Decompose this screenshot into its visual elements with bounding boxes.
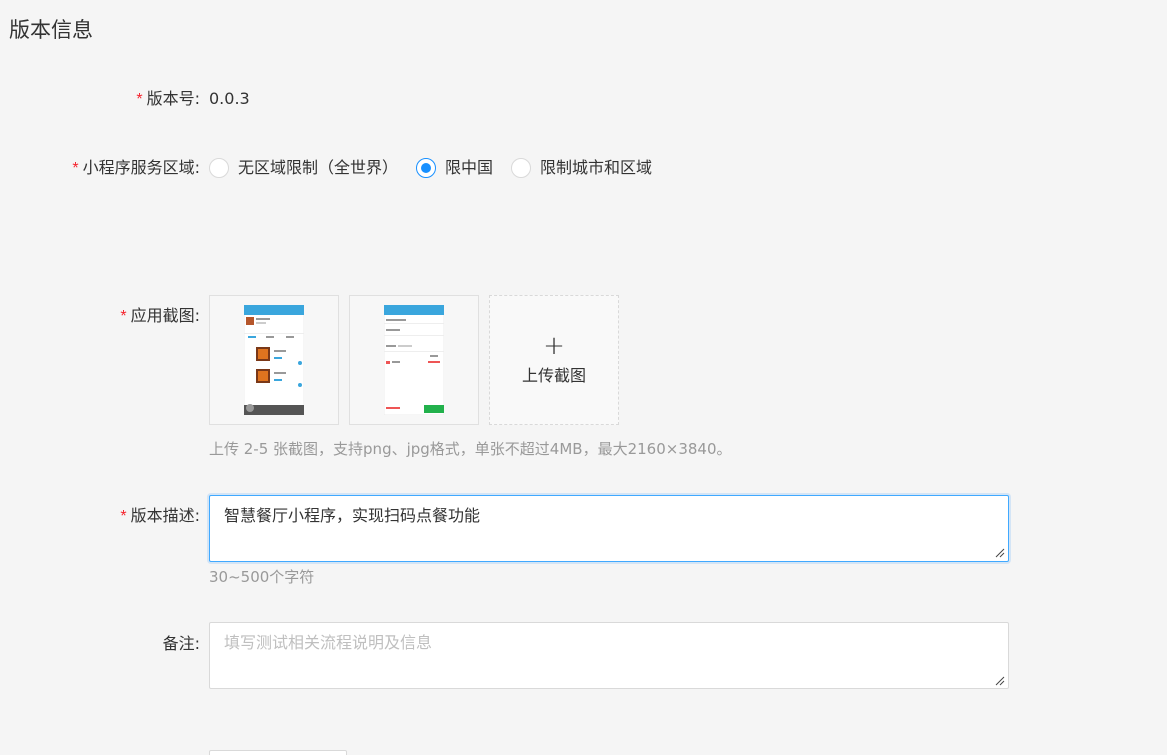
description-label: 版本描述: <box>130 506 200 525</box>
radio-label: 无区域限制（全世界） <box>238 158 399 177</box>
required-mark: * <box>120 508 127 525</box>
remark-label-row: 备注: <box>163 633 200 655</box>
radio-region-worldwide[interactable]: 无区域限制（全世界） <box>209 157 398 179</box>
remark-textarea[interactable] <box>209 622 1009 689</box>
screenshot-thumbnail-1[interactable] <box>209 295 339 425</box>
submit-button[interactable] <box>209 750 347 755</box>
version-value: 0.0.3 <box>209 89 250 108</box>
remark-label: 备注: <box>162 634 200 653</box>
radio-label: 限中国 <box>445 158 494 177</box>
radio-region-china[interactable]: 限中国 <box>416 157 493 179</box>
version-label-row: * 版本号: <box>136 88 200 111</box>
description-textarea[interactable]: 智慧餐厅小程序，实现扫码点餐功能 <box>209 495 1009 562</box>
radio-circle[interactable] <box>209 158 229 178</box>
resize-grip-icon[interactable] <box>995 676 1005 686</box>
screenshots-hint: 上传 2-5 张截图，支持png、jpg格式，单张不超过4MB，最大2160×3… <box>209 440 732 458</box>
required-mark: * <box>72 160 79 177</box>
radio-circle-checked[interactable] <box>416 158 437 178</box>
screenshot-thumbnail-2[interactable] <box>349 295 479 425</box>
section-title: 版本信息 <box>9 18 93 42</box>
radio-circle[interactable] <box>511 158 532 178</box>
region-radio-group: 无区域限制（全世界） 限中国 限制城市和区域 <box>209 157 670 179</box>
radio-label: 限制城市和区域 <box>540 158 653 177</box>
required-mark: * <box>120 308 127 325</box>
upload-screenshot-button[interactable]: + 上传截图 <box>489 295 619 425</box>
resize-grip-icon[interactable] <box>995 548 1005 558</box>
screenshots-label-row: * 应用截图: <box>120 305 200 328</box>
version-label: 版本号: <box>146 89 200 108</box>
phone-screenshot-image <box>244 305 304 415</box>
description-label-row: * 版本描述: <box>120 505 200 528</box>
phone-screenshot-image <box>384 305 444 415</box>
screenshots-label: 应用截图: <box>130 306 200 325</box>
required-mark: * <box>136 91 143 108</box>
description-hint: 30~500个字符 <box>209 568 315 586</box>
radio-region-city[interactable]: 限制城市和区域 <box>511 157 652 179</box>
region-label: 小程序服务区域: <box>82 158 200 177</box>
upload-screenshot-label: 上传截图 <box>521 366 586 385</box>
region-label-row: * 小程序服务区域: <box>72 157 200 180</box>
plus-icon: + <box>543 331 565 361</box>
